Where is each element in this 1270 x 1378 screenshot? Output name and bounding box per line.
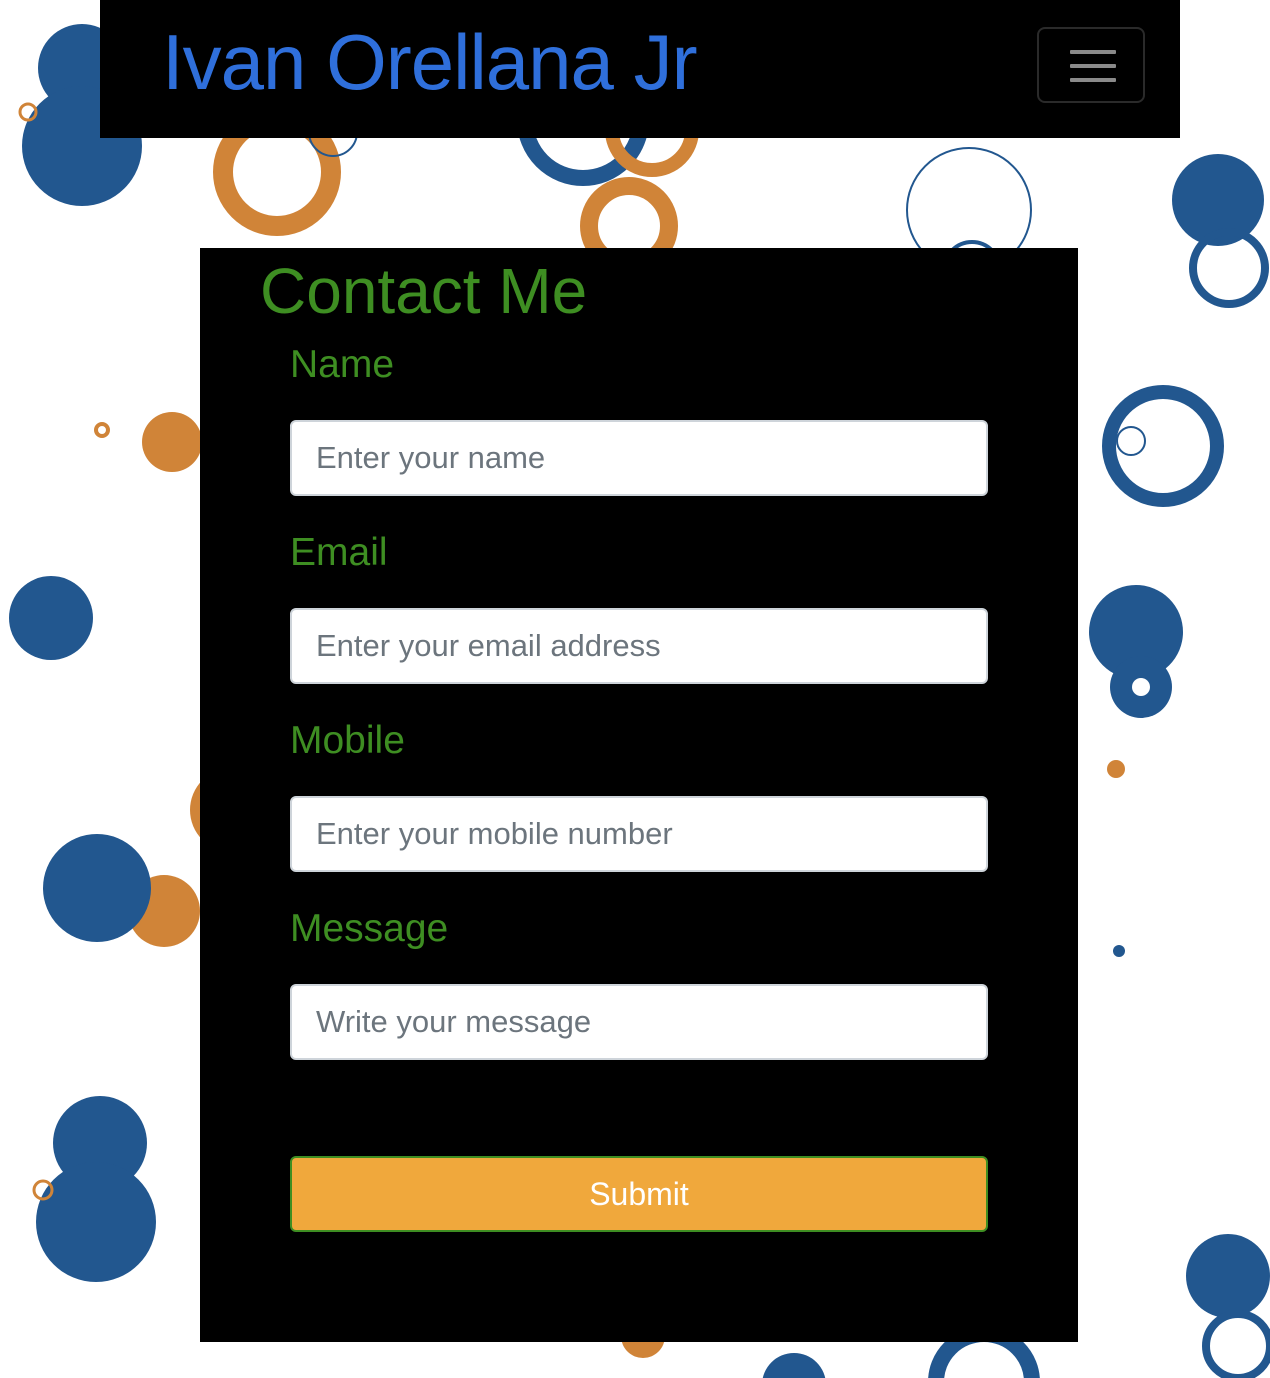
contact-form-panel: Contact Me Name Email Mobile Message Sub… (200, 248, 1078, 1342)
email-input[interactable] (290, 608, 988, 684)
navbar-toggle-button[interactable] (1037, 27, 1145, 103)
name-input[interactable] (290, 420, 988, 496)
message-input[interactable] (290, 984, 988, 1060)
mobile-input[interactable] (290, 796, 988, 872)
email-label: Email (290, 531, 388, 574)
navbar: Ivan Orellana Jr (100, 0, 1180, 138)
contact-form-title: Contact Me (260, 255, 588, 327)
brand-link[interactable]: Ivan Orellana Jr (162, 14, 698, 110)
mobile-label: Mobile (290, 719, 405, 762)
name-label: Name (290, 343, 395, 386)
submit-button[interactable]: Submit (290, 1156, 988, 1232)
message-label: Message (290, 907, 449, 950)
